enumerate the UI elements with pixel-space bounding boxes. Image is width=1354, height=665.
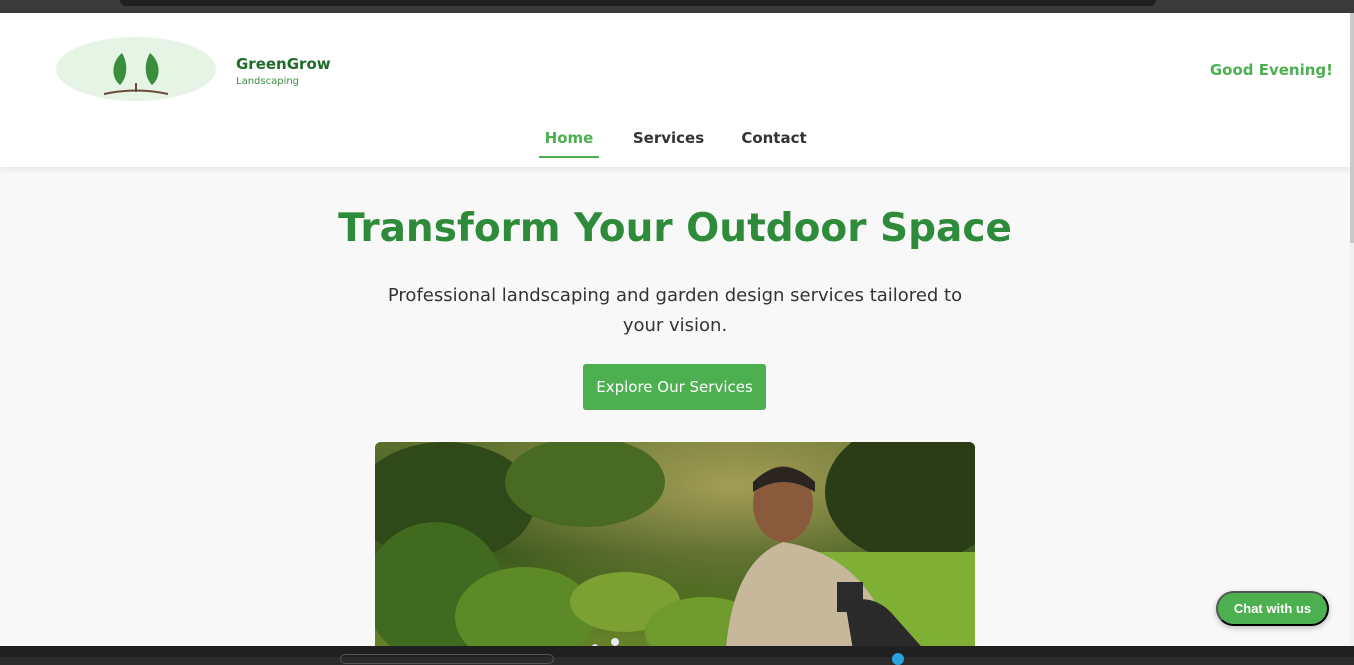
web-page: GreenGrow Landscaping Good Evening! Home… [0, 13, 1350, 646]
chat-with-us-button[interactable]: Chat with us [1216, 591, 1329, 626]
hero-image [375, 442, 975, 646]
notification-dot-icon [892, 653, 904, 665]
site-header: GreenGrow Landscaping Good Evening! Home… [0, 13, 1350, 167]
brand-name: GreenGrow [236, 55, 331, 73]
gardener-photo [375, 442, 975, 646]
hero-title: Transform Your Outdoor Space [338, 206, 1012, 251]
nav-home[interactable]: Home [539, 126, 599, 158]
nav-services[interactable]: Services [631, 126, 706, 158]
page-scrollbar[interactable] [1350, 13, 1354, 646]
nav-contact[interactable]: Contact [738, 126, 810, 158]
taskbar [0, 646, 1354, 665]
explore-services-button[interactable]: Explore Our Services [583, 364, 766, 410]
leaf-sprout-icon [103, 53, 169, 95]
taskbar-item[interactable] [340, 654, 554, 664]
brand-tagline: Landscaping [236, 76, 300, 87]
hero-subtitle: Professional landscaping and garden desi… [387, 285, 963, 336]
main-nav: Home Services Contact [0, 126, 1350, 160]
scrollbar-thumb[interactable] [1350, 13, 1354, 243]
browser-top-bar [0, 0, 1354, 13]
address-bar [120, 0, 1156, 6]
greeting-text: Good Evening! [1209, 61, 1333, 79]
logo[interactable] [56, 37, 216, 101]
